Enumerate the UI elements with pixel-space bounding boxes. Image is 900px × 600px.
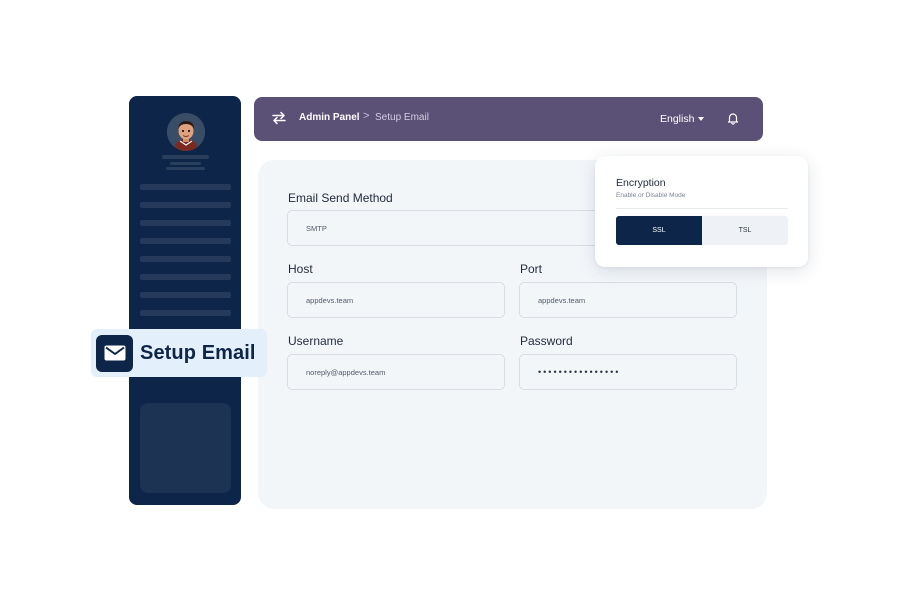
sidebar-item-8[interactable] (140, 310, 231, 316)
sidebar-item-3[interactable] (140, 220, 231, 226)
host-label: Host (288, 262, 313, 276)
port-label: Port (520, 262, 543, 276)
password-field[interactable]: •••••••••••••••• (519, 354, 737, 390)
swap-icon[interactable] (272, 111, 286, 125)
encryption-popover: Encryption Enable or Disable Mode SSL TS… (595, 156, 808, 267)
bell-icon[interactable] (726, 111, 740, 125)
host-field[interactable]: appdevs.team (287, 282, 505, 318)
sidebar-item-2[interactable] (140, 202, 231, 208)
sidebar-item-5[interactable] (140, 256, 231, 262)
tsl-option[interactable]: TSL (702, 216, 788, 245)
setup-email-screen: Admin Panel > Setup Email English Email … (0, 0, 900, 600)
password-value: •••••••••••••••• (538, 367, 621, 377)
sidebar-item-1[interactable] (140, 184, 231, 190)
port-field[interactable]: appdevs.team (519, 282, 737, 318)
email-send-method-value: SMTP (306, 223, 327, 233)
host-value: appdevs.team (306, 295, 354, 305)
password-label: Password (520, 334, 573, 348)
profile-role-placeholder (170, 162, 201, 165)
breadcrumb-admin-panel[interactable]: Admin Panel (299, 112, 360, 123)
email-send-method-label: Email Send Method (288, 191, 393, 205)
sidebar (129, 96, 241, 505)
language-label: English (660, 113, 695, 125)
sidebar-item-4[interactable] (140, 238, 231, 244)
mail-icon (96, 334, 133, 372)
user-avatar[interactable] (167, 113, 205, 151)
setup-email-badge: Setup Email (91, 329, 267, 377)
username-label: Username (288, 334, 344, 348)
port-value: appdevs.team (538, 295, 586, 305)
username-field[interactable]: noreply@appdevs.team (287, 354, 505, 390)
profile-name-placeholder (162, 155, 209, 159)
language-select[interactable]: English (660, 113, 705, 125)
breadcrumb-separator: > (363, 110, 370, 122)
divider (616, 208, 788, 209)
username-value: noreply@appdevs.team (306, 367, 386, 377)
sidebar-item-7[interactable] (140, 292, 231, 298)
chevron-down-icon (698, 117, 705, 121)
sidebar-card (140, 403, 231, 493)
encryption-toggle: SSL TSL (616, 216, 788, 245)
setup-email-label: Setup Email (140, 341, 256, 364)
breadcrumb-current: Setup Email (375, 112, 429, 123)
profile-email-placeholder (166, 167, 205, 170)
encryption-subtitle: Enable or Disable Mode (616, 192, 686, 199)
top-header: Admin Panel > Setup Email English (254, 97, 763, 141)
encryption-title: Encryption (616, 177, 666, 189)
sidebar-item-6[interactable] (140, 274, 231, 280)
ssl-option[interactable]: SSL (616, 216, 702, 245)
